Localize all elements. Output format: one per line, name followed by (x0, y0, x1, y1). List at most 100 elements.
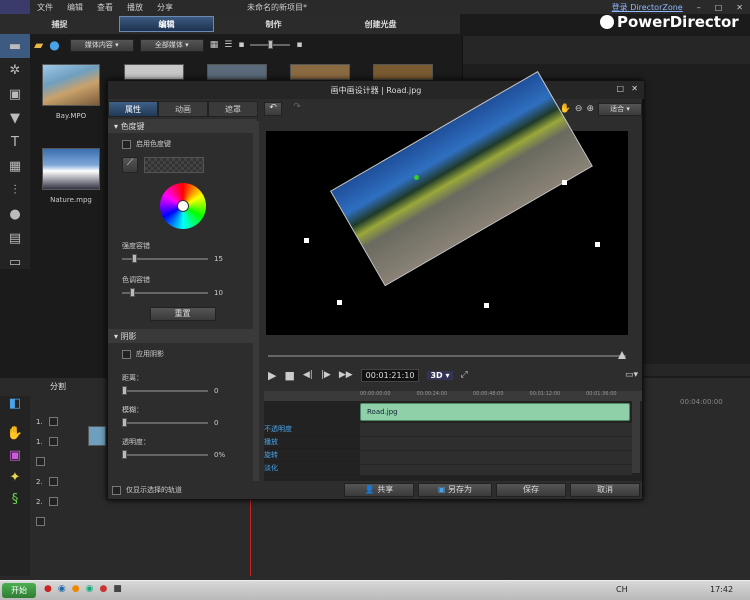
reset-button[interactable]: 重置 (149, 307, 216, 321)
resize-handle[interactable] (337, 300, 342, 305)
title-room-icon[interactable]: T (0, 130, 30, 154)
prev-frame-icon[interactable]: ◀| (303, 370, 313, 380)
library-thumb-5[interactable] (373, 64, 433, 80)
menu-file[interactable]: 文件 (30, 2, 60, 13)
next-frame-icon[interactable]: |▶ (321, 370, 331, 380)
effect-room-icon[interactable]: ✲ (0, 58, 30, 82)
dialog-close-icon[interactable]: ✕ (631, 84, 638, 93)
timeline-mode-icon[interactable]: ◧ (0, 396, 30, 418)
library-menu-icon[interactable]: ☰ (224, 40, 232, 50)
resize-handle[interactable] (595, 242, 600, 247)
keyframe-scrollbar[interactable] (632, 401, 640, 473)
keyframe-row-fade[interactable]: 淡化 (264, 462, 360, 475)
opacity-slider[interactable] (122, 450, 208, 459)
pip-room-icon[interactable]: ▣ (0, 82, 30, 106)
thumb-size-slider[interactable] (250, 40, 291, 49)
track-enable-checkbox[interactable] (48, 477, 58, 486)
taskbar-app-icon[interactable]: ● (99, 584, 107, 594)
magic-tool-icon[interactable]: ▣ (0, 448, 30, 470)
tab-animation[interactable]: 动画 (158, 101, 208, 117)
menu-play[interactable]: 播放 (120, 2, 150, 13)
zoom-out-icon[interactable]: ⊖ (575, 104, 583, 114)
tab-create-disc[interactable]: 创建光盘 (333, 16, 428, 32)
taskbar-app-icon[interactable]: ● (72, 584, 80, 594)
track-enable-checkbox[interactable] (36, 457, 45, 466)
library-thumb-4[interactable] (290, 64, 350, 80)
redo-icon[interactable]: ↷ (288, 102, 306, 116)
share-button[interactable]: 👤 共享 (344, 483, 414, 497)
split-label[interactable]: 分割 (50, 381, 66, 392)
keyframe-tracks[interactable] (360, 423, 632, 475)
media-filter-dropdown[interactable]: 媒体内容 ▾ (69, 38, 134, 52)
preview-canvas[interactable] (266, 71, 628, 335)
distance-slider[interactable] (122, 386, 208, 395)
resize-handle[interactable] (304, 238, 309, 243)
blur-slider[interactable] (122, 418, 208, 427)
resize-handle[interactable] (562, 180, 567, 185)
tab-properties[interactable]: 属性 (108, 101, 158, 117)
audio-mixing-icon[interactable]: ⫶ (0, 178, 30, 202)
wand-tool-icon[interactable]: ✦ (0, 470, 30, 492)
subtitle-room-icon[interactable]: ▭ (0, 250, 30, 274)
library-thumb-2[interactable] (124, 64, 184, 80)
download-icon[interactable]: ● (49, 38, 59, 52)
menu-view[interactable]: 查看 (90, 2, 120, 13)
taskbar-app-icon[interactable]: ◉ (86, 584, 94, 594)
close-icon[interactable]: ✕ (729, 3, 750, 12)
shadow-header[interactable]: ▾ 阴影 (108, 329, 257, 343)
chroma-header[interactable]: ▾ 色度键 (108, 119, 257, 133)
track-enable-checkbox[interactable] (48, 417, 58, 426)
shadow-enable-checkbox[interactable] (122, 349, 131, 359)
bay-thumbnail[interactable] (42, 64, 100, 106)
timecode-display[interactable]: 00:01:21:10 (360, 368, 420, 382)
keyframe-row-play[interactable]: 播放 (264, 436, 360, 449)
hand-tool-icon[interactable]: ✋ (0, 426, 30, 448)
library-thumb-3[interactable] (207, 64, 267, 80)
tab-capture[interactable]: 捕捉 (12, 16, 107, 32)
color-wheel[interactable] (159, 183, 206, 229)
track-enable-checkbox[interactable] (48, 437, 58, 446)
track-enable-checkbox[interactable] (48, 497, 58, 506)
save-button[interactable]: 保存 (496, 483, 566, 497)
3d-toggle[interactable]: 3D ▾ (427, 370, 453, 380)
scrub-bar[interactable] (268, 351, 626, 359)
chapter-room-icon[interactable]: ▤ (0, 226, 30, 250)
transition-room-icon[interactable]: ▦ (0, 154, 30, 178)
stop-icon[interactable]: ■ (284, 369, 294, 382)
login-link[interactable]: 登录 DirectorZone (605, 2, 690, 13)
properties-scrollbar[interactable] (253, 121, 259, 481)
tab-edit[interactable]: 编辑 (119, 16, 214, 32)
zoom-dropdown[interactable]: 适合 ▾ (598, 102, 642, 116)
thumb-size-large-icon[interactable]: ▪ (296, 40, 302, 50)
start-button[interactable]: 开始 (2, 583, 36, 598)
library-item-nature[interactable]: Nature.mpg (42, 148, 100, 204)
audio-tool-icon[interactable]: § (0, 492, 30, 514)
particle-room-icon[interactable]: ▼ (0, 106, 30, 130)
show-selected-checkbox[interactable] (112, 485, 121, 495)
eyedropper-icon[interactable]: ⟋ (122, 157, 138, 173)
chroma-enable-checkbox[interactable] (122, 139, 131, 149)
taskbar-app-icon[interactable]: ■ (113, 584, 122, 594)
fast-forward-icon[interactable]: ▶▶ (339, 370, 353, 380)
fullscreen-icon[interactable]: ⤢ (461, 370, 468, 380)
tab-produce[interactable]: 制作 (226, 16, 321, 32)
dialog-maximize-icon[interactable]: □ (616, 84, 624, 93)
scrub-handle[interactable] (618, 351, 626, 359)
voice-over-icon[interactable]: ● (0, 202, 30, 226)
hue-slider[interactable] (122, 288, 208, 297)
library-item-bay[interactable]: Bay.MPO (42, 64, 100, 120)
minimize-icon[interactable]: – (690, 3, 708, 12)
save-as-button[interactable]: ▣ 另存为 (418, 483, 492, 497)
timeline-clip[interactable] (88, 426, 106, 446)
zoom-in-icon[interactable]: ⊕ (586, 104, 594, 114)
lang-indicator[interactable]: CH (616, 585, 628, 594)
maximize-icon[interactable]: □ (708, 3, 730, 12)
cancel-button[interactable]: 取消 (570, 483, 640, 497)
nature-thumbnail[interactable] (42, 148, 100, 190)
library-grid-icon[interactable]: ▦ (210, 40, 219, 50)
undo-icon[interactable]: ↶ (264, 102, 282, 116)
type-filter-dropdown[interactable]: 全部媒体 ▾ (139, 38, 204, 52)
menu-share[interactable]: 分享 (150, 2, 180, 13)
keyframe-clip[interactable]: Road.jpg (360, 403, 630, 421)
taskbar-app-icon[interactable]: ◉ (58, 584, 66, 594)
